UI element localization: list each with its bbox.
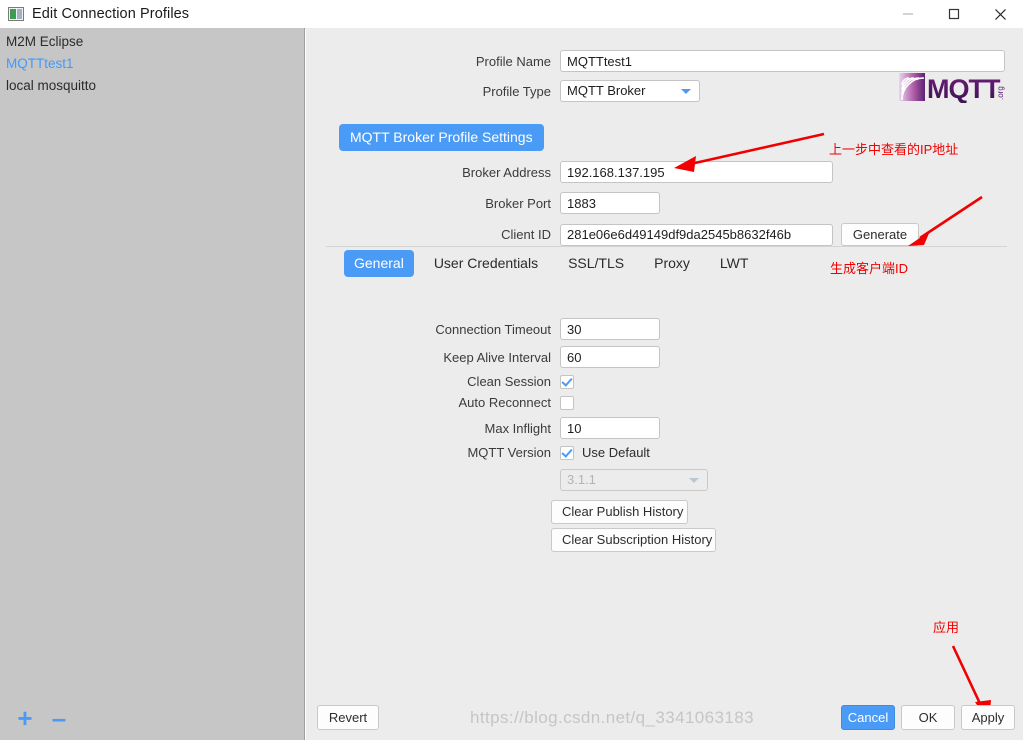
settings-tabs: General User Credentials SSL/TLS Proxy L… [344,250,768,277]
minimize-button[interactable] [885,0,931,28]
profile-name-row: Profile Name [306,50,1006,72]
annotation-generate-client-id: 生成客户端ID [830,261,909,276]
annotation-apply: 应用 [933,620,960,635]
max-inflight-input[interactable] [560,417,660,439]
clear-publish-history-row: Clear Publish History [551,500,688,524]
clear-publish-history-button[interactable]: Clear Publish History [551,500,688,524]
clean-session-checkbox[interactable] [560,374,574,389]
broker-address-row: Broker Address [306,161,1006,183]
profile-list-sidebar: M2M Eclipse MQTTtest1 local mosquitto + … [0,28,305,740]
use-default-label: Use Default [582,445,650,460]
connection-timeout-label: Connection Timeout [435,321,551,337]
window-controls [885,0,1023,28]
watermark: https://blog.csdn.net/q_3341063183 [470,708,754,727]
tab-ssl-tls[interactable]: SSL/TLS [558,250,634,277]
chevron-down-icon [681,89,691,94]
use-default-checkbox[interactable] [560,445,574,460]
remove-profile-icon[interactable]: – [44,703,74,733]
annotation-ip-address: 上一步中查看的IP地址 [829,142,959,157]
tab-general[interactable]: General [344,250,414,277]
client-id-input[interactable] [560,223,833,246]
clear-subscription-history-row: Clear Subscription History [551,528,716,552]
client-id-label: Client ID [501,227,551,242]
connection-timeout-input[interactable] [560,318,660,340]
window-title: Edit Connection Profiles [32,6,190,22]
max-inflight-row: Max Inflight [306,417,1006,439]
clean-session-label: Clean Session [467,374,551,389]
profile-type-select[interactable]: MQTT Broker [560,80,700,102]
section-heading-pill: MQTT Broker Profile Settings [339,124,544,151]
broker-port-row: Broker Port [306,192,1006,214]
profile-type-value: MQTT Broker [567,83,646,98]
list-item[interactable]: M2M Eclipse [0,31,304,53]
tab-lwt[interactable]: LWT [710,250,759,277]
ok-button[interactable]: OK [901,705,955,730]
auto-reconnect-row: Auto Reconnect [306,395,1006,410]
list-item[interactable]: MQTTtest1 [0,53,304,75]
sidebar-footer: + – [0,696,305,740]
broker-port-input[interactable] [560,192,660,214]
section-divider [326,246,1007,247]
profile-type-label: Profile Type [482,83,551,99]
chevron-down-icon [689,478,699,483]
generate-button[interactable]: Generate [841,223,919,246]
auto-reconnect-checkbox[interactable] [560,395,574,410]
profile-editor-panel: MQTT .org Profile Name Profile Type MQTT… [306,28,1023,740]
list-item[interactable]: local mosquitto [0,75,304,97]
broker-address-input[interactable] [560,161,833,183]
mqtt-version-value: 3.1.1 [567,472,596,487]
mqtt-version-row: MQTT Version Use Default [306,445,1006,460]
dialog-actions: Cancel OK Apply [841,705,1015,730]
client-id-row: Client ID Generate [306,223,1016,246]
tab-user-credentials[interactable]: User Credentials [424,250,548,277]
max-inflight-label: Max Inflight [484,420,551,436]
mqtt-version-select[interactable]: 3.1.1 [560,469,708,491]
add-profile-icon[interactable]: + [10,703,40,733]
close-button[interactable] [977,0,1023,28]
broker-port-label: Broker Port [485,195,551,211]
profile-name-input[interactable] [560,50,1005,72]
clean-session-row: Clean Session [306,374,1006,389]
profile-type-row: Profile Type MQTT Broker [306,80,1006,102]
keep-alive-row: Keep Alive Interval [306,346,1006,368]
keep-alive-interval-label: Keep Alive Interval [443,349,551,365]
mqtt-version-select-row: 3.1.1 [306,469,1006,491]
broker-address-label: Broker Address [462,164,551,180]
auto-reconnect-label: Auto Reconnect [458,395,551,410]
section-heading: MQTT Broker Profile Settings [339,124,544,151]
connection-timeout-row: Connection Timeout [306,318,1006,340]
tab-proxy[interactable]: Proxy [644,250,700,277]
window-titlebar: Edit Connection Profiles [0,0,1023,29]
app-window-icon [8,7,24,21]
cancel-button[interactable]: Cancel [841,705,895,730]
keep-alive-interval-input[interactable] [560,346,660,368]
revert-button[interactable]: Revert [317,705,379,730]
profile-name-label: Profile Name [475,53,551,69]
maximize-button[interactable] [931,0,977,28]
mqtt-version-label: MQTT Version [467,445,551,460]
apply-button[interactable]: Apply [961,705,1015,730]
clear-subscription-history-button[interactable]: Clear Subscription History [551,528,716,552]
